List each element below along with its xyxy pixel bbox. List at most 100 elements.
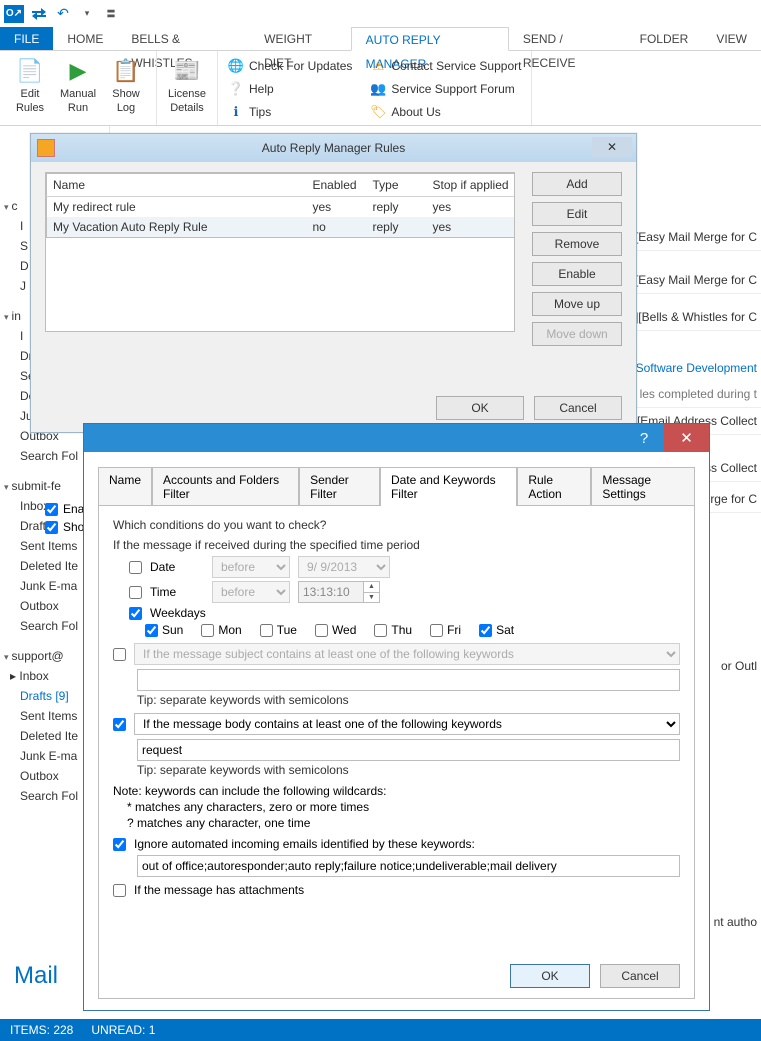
play-icon: ▶ bbox=[62, 55, 94, 87]
rules-table[interactable]: Name Enabled Type Stop if applied My red… bbox=[46, 173, 515, 238]
mail-module-label[interactable]: Mail bbox=[14, 962, 58, 990]
tab-folder[interactable]: FOLDER bbox=[626, 27, 703, 50]
edit-button[interactable]: Edit bbox=[532, 202, 622, 226]
date-label: Date bbox=[150, 560, 204, 574]
tab-view[interactable]: VIEW bbox=[702, 27, 761, 50]
edit-rules-icon: 📄 bbox=[14, 55, 46, 87]
status-unread: UNREAD: 1 bbox=[91, 1023, 155, 1037]
license-details-button[interactable]: 📰 LicenseDetails bbox=[163, 53, 211, 123]
tab-date-keywords-filter[interactable]: Date and Keywords Filter bbox=[380, 467, 517, 506]
dialog-icon bbox=[37, 139, 55, 157]
subject-keywords-checkbox[interactable] bbox=[113, 648, 126, 661]
send-receive-icon[interactable] bbox=[30, 5, 48, 23]
tab-message-settings[interactable]: Message Settings bbox=[591, 467, 695, 506]
day-mon[interactable]: Mon bbox=[201, 623, 241, 637]
attachments-checkbox[interactable] bbox=[113, 884, 126, 897]
table-row[interactable]: My Vacation Auto Reply Rulenoreplyyes bbox=[47, 217, 516, 238]
day-sat[interactable]: Sat bbox=[479, 623, 514, 637]
time-label: Time bbox=[150, 585, 204, 599]
cancel-button[interactable]: Cancel bbox=[534, 396, 622, 420]
status-items: ITEMS: 228 bbox=[10, 1023, 73, 1037]
col-enabled[interactable]: Enabled bbox=[307, 174, 367, 197]
support-forum-button[interactable]: 👥Service Support Forum bbox=[366, 78, 525, 99]
attachments-label: If the message has attachments bbox=[134, 883, 304, 897]
tab-bells[interactable]: BELLS & WHISTLES bbox=[117, 27, 250, 50]
ribbon-tabs: FILE HOME BELLS & WHISTLES WEIGHT DIET A… bbox=[0, 27, 761, 51]
tab-weight[interactable]: WEIGHT DIET bbox=[250, 27, 351, 50]
show-log-button[interactable]: 📋 ShowLog bbox=[102, 53, 150, 123]
tab-file[interactable]: FILE bbox=[0, 27, 53, 50]
move-down-button[interactable]: Move down bbox=[532, 322, 622, 346]
license-icon: 📰 bbox=[171, 55, 203, 87]
qat-dropdown-icon[interactable]: ▾ bbox=[78, 5, 96, 23]
check-updates-button[interactable]: 🌐Check For Updates bbox=[224, 55, 356, 76]
day-thu[interactable]: Thu bbox=[374, 623, 412, 637]
tab-sender-filter[interactable]: Sender Filter bbox=[299, 467, 380, 506]
ok-button[interactable]: OK bbox=[510, 964, 590, 988]
weekdays-checkbox[interactable] bbox=[129, 607, 142, 620]
rule-edit-dialog: ? ✕ Name Accounts and Folders Filter Sen… bbox=[83, 423, 710, 1011]
day-sun[interactable]: Sun bbox=[145, 623, 183, 637]
wildcard-note: Note: keywords can include the following… bbox=[113, 783, 680, 831]
help-button[interactable]: ? bbox=[624, 424, 664, 452]
day-fri[interactable]: Fri bbox=[430, 623, 461, 637]
ok-button[interactable]: OK bbox=[436, 396, 524, 420]
dialog-title: Auto Reply Manager Rules bbox=[262, 141, 405, 155]
dialog-tabs: Name Accounts and Folders Filter Sender … bbox=[98, 466, 695, 505]
move-up-button[interactable]: Move up bbox=[532, 292, 622, 316]
tab-send-receive[interactable]: SEND / RECEIVE bbox=[509, 27, 626, 50]
close-button[interactable]: ✕ bbox=[664, 424, 709, 452]
manual-run-button[interactable]: ▶ ManualRun bbox=[54, 53, 102, 123]
tab-auto-reply-manager[interactable]: AUTO REPLY MANAGER bbox=[351, 27, 509, 51]
subject-keywords-input[interactable] bbox=[137, 669, 680, 691]
people-icon: 👥 bbox=[370, 81, 386, 97]
tab-home[interactable]: HOME bbox=[53, 27, 117, 50]
ignore-automated-checkbox[interactable] bbox=[113, 838, 126, 851]
cancel-button[interactable]: Cancel bbox=[600, 964, 680, 988]
col-name[interactable]: Name bbox=[47, 174, 307, 197]
body-keywords-input[interactable] bbox=[137, 739, 680, 761]
add-button[interactable]: Add bbox=[532, 172, 622, 196]
subject-condition-select[interactable]: If the message subject contains at least… bbox=[134, 643, 680, 665]
tab-name[interactable]: Name bbox=[98, 467, 152, 506]
remove-button[interactable]: Remove bbox=[532, 232, 622, 256]
undo-icon[interactable]: ↶ bbox=[54, 5, 72, 23]
help-icon: ❔ bbox=[228, 81, 244, 97]
tips-button[interactable]: ℹTips bbox=[224, 102, 356, 123]
tip-label: Tip: separate keywords with semicolons bbox=[137, 693, 680, 707]
close-button[interactable]: ✕ bbox=[592, 137, 632, 157]
status-bar: ITEMS: 228 UNREAD: 1 bbox=[0, 1019, 761, 1041]
quick-access-toolbar: O↗ ↶ ▾ 〓 bbox=[0, 0, 761, 27]
ignore-label: Ignore automated incoming emails identif… bbox=[134, 837, 475, 851]
tab-accounts-filter[interactable]: Accounts and Folders Filter bbox=[152, 467, 299, 506]
dialog-titlebar: Auto Reply Manager Rules ✕ bbox=[31, 134, 636, 162]
spin-down-icon[interactable]: ▼ bbox=[364, 593, 379, 603]
enable-button[interactable]: Enable bbox=[532, 262, 622, 286]
date-value-select[interactable]: 9/ 9/2013 bbox=[298, 556, 390, 578]
tab-rule-action[interactable]: Rule Action bbox=[517, 467, 591, 506]
body-condition-select[interactable]: If the message body contains at least on… bbox=[134, 713, 680, 735]
edit-rules-button[interactable]: 📄 EditRules bbox=[6, 53, 54, 123]
contact-support-button[interactable]: ⚠Contact Service Support bbox=[366, 55, 525, 76]
rules-manager-dialog: Auto Reply Manager Rules ✕ Name Enabled … bbox=[30, 133, 637, 433]
time-spinner[interactable]: ▲▼ bbox=[364, 581, 380, 603]
ignore-keywords-input[interactable] bbox=[137, 855, 680, 877]
spin-up-icon[interactable]: ▲ bbox=[364, 582, 379, 593]
table-row[interactable]: My redirect ruleyesreplyyes bbox=[47, 197, 516, 218]
globe-icon: 🌐 bbox=[228, 58, 244, 74]
col-stop[interactable]: Stop if applied bbox=[427, 174, 516, 197]
time-op-select[interactable]: before bbox=[212, 581, 290, 603]
day-wed[interactable]: Wed bbox=[315, 623, 356, 637]
help-button[interactable]: ❔Help bbox=[224, 78, 356, 99]
about-button[interactable]: 🏷About Us bbox=[366, 102, 525, 123]
time-value-input[interactable] bbox=[298, 581, 364, 603]
tip-label: Tip: separate keywords with semicolons bbox=[137, 763, 680, 777]
date-checkbox[interactable] bbox=[129, 561, 142, 574]
customize-icon[interactable]: 〓 bbox=[102, 5, 120, 23]
body-keywords-checkbox[interactable] bbox=[113, 718, 126, 731]
col-type[interactable]: Type bbox=[367, 174, 427, 197]
day-tue[interactable]: Tue bbox=[260, 623, 297, 637]
time-checkbox[interactable] bbox=[129, 586, 142, 599]
log-icon: 📋 bbox=[110, 55, 142, 87]
date-op-select[interactable]: before bbox=[212, 556, 290, 578]
